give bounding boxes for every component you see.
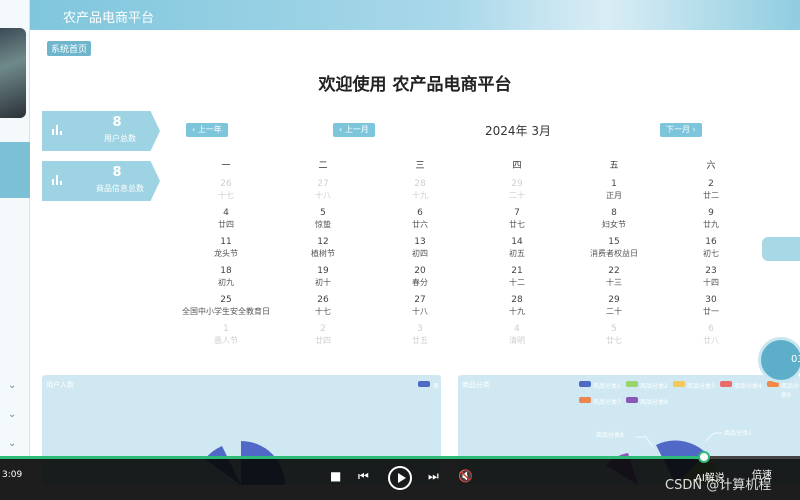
calendar-day[interactable]: 9 廿九 bbox=[651, 208, 771, 230]
day-lunar-label: 廿九 bbox=[703, 220, 719, 229]
sidebar-active-item[interactable] bbox=[0, 142, 30, 198]
weekday-header: 六 bbox=[706, 161, 716, 171]
day-lunar-label: 廿二 bbox=[703, 191, 719, 200]
calendar-day[interactable]: 2 廿二 bbox=[651, 179, 771, 201]
day-number: 16 bbox=[705, 237, 717, 247]
header-bar: 农产品电商平台 bbox=[30, 0, 800, 30]
stat-card-users: 8 用户总数 bbox=[42, 111, 160, 151]
next-month-button[interactable]: 下一月 › bbox=[660, 123, 702, 137]
label-line bbox=[705, 432, 722, 442]
mute-icon[interactable]: 🔇 bbox=[458, 468, 473, 484]
progress-knob[interactable] bbox=[698, 451, 710, 463]
weekday-header: 四 bbox=[512, 161, 522, 171]
skip-forward-icon[interactable]: ⏭ bbox=[428, 468, 439, 484]
app-title: 农产品电商平台 bbox=[63, 11, 155, 26]
skip-back-icon[interactable]: ⏮ bbox=[358, 468, 369, 484]
stat-label: 商品信息总数 bbox=[96, 184, 144, 193]
current-time: 3:09 bbox=[2, 470, 23, 480]
day-number: 9 bbox=[708, 208, 714, 218]
weekday-header: 三 bbox=[415, 161, 425, 171]
day-lunar-label: 廿一 bbox=[703, 307, 719, 316]
day-lunar-label: 十四 bbox=[703, 278, 719, 287]
day-lunar-label: 初七 bbox=[703, 249, 719, 258]
pie-label: 商品分类8 bbox=[596, 431, 624, 439]
play-button[interactable] bbox=[388, 466, 412, 490]
day-lunar-label: 廿八 bbox=[703, 336, 719, 345]
stat-card-products: 8 商品信息总数 bbox=[42, 161, 160, 201]
pie-label: 商品分类1 bbox=[724, 429, 752, 437]
avatar[interactable] bbox=[0, 28, 26, 118]
weekday-header: 一 bbox=[221, 161, 231, 171]
page-title: 欢迎使用 农产品电商平台 bbox=[318, 75, 512, 95]
stat-value: 8 bbox=[112, 165, 122, 180]
label-line bbox=[636, 436, 654, 448]
progress-track[interactable] bbox=[0, 451, 800, 463]
chevron-down-icon[interactable]: ⌄ bbox=[8, 380, 16, 391]
calendar-title: 2024年 3月 bbox=[485, 124, 551, 138]
main-content: 系统首页 欢迎使用 农产品电商平台 8 用户总数 8 商品信息总数 ‹ 上一年 … bbox=[30, 30, 800, 500]
floating-badge[interactable]: 03 bbox=[758, 337, 800, 383]
weekday-header: 二 bbox=[318, 161, 328, 171]
chevron-down-icon[interactable]: ⌄ bbox=[8, 438, 16, 449]
chevron-down-icon[interactable]: ⌄ bbox=[8, 409, 16, 420]
day-number: 30 bbox=[705, 295, 717, 305]
prev-month-button[interactable]: ‹ 上一月 bbox=[333, 123, 375, 137]
calendar-day[interactable]: 23 十四 bbox=[651, 266, 771, 288]
weekday-header: 五 bbox=[609, 161, 619, 171]
sidebar: ⌄ ⌄ ⌄ bbox=[0, 0, 30, 500]
calendar-day[interactable]: 6 廿八 bbox=[651, 324, 771, 346]
stat-value: 8 bbox=[112, 115, 122, 130]
day-number: 2 bbox=[708, 179, 714, 189]
day-number: 23 bbox=[705, 266, 717, 276]
stat-label: 用户总数 bbox=[104, 134, 136, 143]
prev-year-button[interactable]: ‹ 上一年 bbox=[186, 123, 228, 137]
side-panel-handle[interactable] bbox=[762, 237, 800, 261]
watermark: CSDN @计算机程 bbox=[665, 478, 772, 493]
progress-fill bbox=[0, 456, 704, 459]
bar-chart-icon bbox=[52, 175, 64, 185]
calendar-day[interactable]: 16 初七 bbox=[651, 237, 771, 259]
stop-icon[interactable]: ■ bbox=[330, 468, 341, 484]
breadcrumb[interactable]: 系统首页 bbox=[47, 41, 92, 56]
bar-chart-icon bbox=[52, 125, 64, 135]
calendar-day[interactable]: 30 廿一 bbox=[651, 295, 771, 317]
day-number: 6 bbox=[708, 324, 714, 334]
